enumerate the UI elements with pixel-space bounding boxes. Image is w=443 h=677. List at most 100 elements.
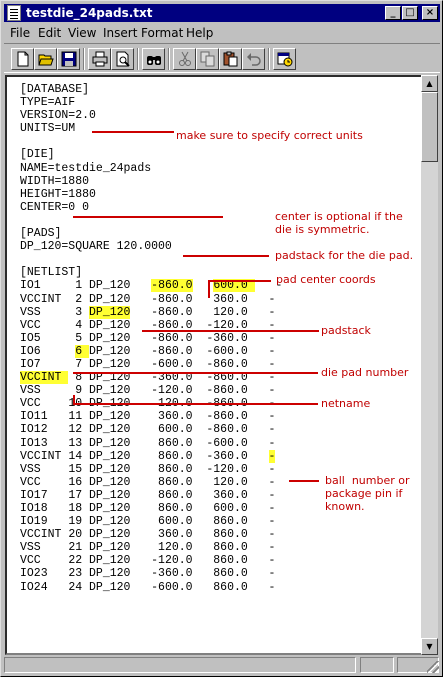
x-coord: 360.0 xyxy=(130,410,193,424)
menu-help[interactable]: Help xyxy=(186,26,213,40)
window-title: testdie_24pads.txt xyxy=(26,6,153,20)
netlist-row: IO24 24 DP_120 -600.0 860.0 - xyxy=(20,581,282,594)
pad-number: 20 xyxy=(68,528,90,542)
net-name: IO17 xyxy=(20,488,69,502)
net-name: VSS xyxy=(20,541,69,555)
annotation-arrow-center xyxy=(73,216,223,218)
close-button[interactable]: × xyxy=(422,6,438,20)
net-name: IO5 xyxy=(20,331,69,345)
y-coord: 860.0 xyxy=(192,528,248,542)
net-name: VCCINT xyxy=(20,449,69,463)
annotation-units: make sure to specify correct units xyxy=(176,129,363,142)
text-line: TYPE=AIF xyxy=(20,96,76,110)
y-coord: -360.0 xyxy=(192,331,248,345)
padstack: DP_120 xyxy=(89,436,131,450)
padstack: DP_120 xyxy=(89,554,131,568)
find-icon xyxy=(147,56,161,65)
padstack: DP_120 xyxy=(89,410,131,424)
padstack: DP_120 xyxy=(89,488,131,502)
y-coord: 860.0 xyxy=(192,580,248,594)
undo-button[interactable] xyxy=(242,48,265,70)
padstack: DP_120 xyxy=(89,541,131,555)
copy-icon xyxy=(200,51,215,67)
new-button[interactable] xyxy=(11,48,34,70)
menu-format[interactable]: Format xyxy=(141,26,183,40)
padstack: DP_120 xyxy=(89,344,131,358)
pad-number: 3 xyxy=(68,305,90,319)
menu-edit[interactable]: Edit xyxy=(38,26,61,40)
status-bar xyxy=(4,656,440,674)
x-coord: -120.0 xyxy=(130,384,193,398)
pad-number: 2 xyxy=(68,292,90,306)
ball-number: - xyxy=(268,449,276,463)
scroll-up-button[interactable]: ▲ xyxy=(421,75,438,92)
pad-number: 16 xyxy=(68,475,90,489)
x-coord: 360.0 xyxy=(130,528,193,542)
netlist-row: IO13 13 DP_120 860.0 -600.0 - xyxy=(20,437,282,450)
save-button[interactable] xyxy=(57,48,80,70)
netlist-row: IO17 17 DP_120 860.0 360.0 - xyxy=(20,489,282,502)
open-button[interactable] xyxy=(34,48,57,70)
find-button[interactable] xyxy=(142,48,165,70)
pad-number: 5 xyxy=(68,331,90,345)
x-coord: -860.0 xyxy=(151,279,193,293)
menu-view[interactable]: View xyxy=(68,26,96,40)
ball-number: - xyxy=(268,305,276,319)
padstack: DP_120 xyxy=(89,502,131,515)
netlist-row: VCC 22 DP_120 -120.0 860.0 - xyxy=(20,554,282,567)
text-line: [DIE] xyxy=(20,148,55,162)
ball-number: - xyxy=(268,423,276,437)
text-line: [PADS] xyxy=(20,227,62,241)
y-coord: -600.0 xyxy=(192,344,248,358)
pad-number: 11 xyxy=(68,410,90,424)
ball-number: - xyxy=(268,344,276,358)
ball-number: - xyxy=(268,488,276,502)
ball-number: - xyxy=(268,580,276,594)
pad-number: 17 xyxy=(68,488,90,502)
annotation-arrow-pad-center-v xyxy=(208,280,210,298)
copy-button[interactable] xyxy=(196,48,219,70)
x-coord: 600.0 xyxy=(130,423,193,437)
net-name: IO24 xyxy=(20,580,69,594)
scroll-down-button[interactable]: ▼ xyxy=(421,638,438,655)
resize-grip[interactable] xyxy=(427,661,439,673)
vertical-scrollbar[interactable]: ▲ ▼ xyxy=(421,75,438,655)
net-name: IO13 xyxy=(20,436,69,450)
cut-button[interactable] xyxy=(173,48,196,70)
print-preview-button[interactable] xyxy=(111,48,134,70)
title-bar[interactable]: testdie_24pads.txt _ □ × xyxy=(4,4,440,22)
text-editor[interactable]: [DATABASE] TYPE=AIF VERSION=2.0 UNITS=UM [D… xyxy=(5,75,437,655)
menu-file[interactable]: File xyxy=(10,26,30,40)
print-preview-icon xyxy=(116,51,130,67)
net-name: IO7 xyxy=(20,357,69,371)
maximize-button[interactable]: □ xyxy=(402,6,418,20)
net-name: IO11 xyxy=(20,410,69,424)
net-name: IO1 xyxy=(20,279,69,293)
print-button[interactable] xyxy=(88,48,111,70)
open-icon xyxy=(38,54,54,66)
pad-number: 19 xyxy=(68,515,90,529)
annotation-netname: netname xyxy=(321,397,371,410)
netlist-row: VSS 21 DP_120 120.0 860.0 - xyxy=(20,541,282,554)
paste-button[interactable] xyxy=(219,48,242,70)
scroll-thumb[interactable] xyxy=(421,92,438,162)
net-name: VSS xyxy=(20,462,69,476)
ball-number: - xyxy=(268,384,276,398)
ball-number: - xyxy=(268,515,276,529)
minimize-button[interactable]: _ xyxy=(385,6,401,20)
y-coord: 120.0 xyxy=(192,305,248,319)
net-name: VSS xyxy=(20,384,69,398)
net-name: VSS xyxy=(20,305,69,319)
x-coord: 860.0 xyxy=(130,488,193,502)
menu-insert[interactable]: Insert xyxy=(103,26,137,40)
net-name: IO18 xyxy=(20,502,69,515)
padstack: DP_120 xyxy=(89,318,131,332)
net-name: IO19 xyxy=(20,515,69,529)
menu-bar: File Edit View Insert Format Help xyxy=(4,24,440,42)
net-name: VCC xyxy=(20,318,69,332)
datetime-button[interactable] xyxy=(273,48,296,70)
y-coord: 860.0 xyxy=(192,567,248,581)
